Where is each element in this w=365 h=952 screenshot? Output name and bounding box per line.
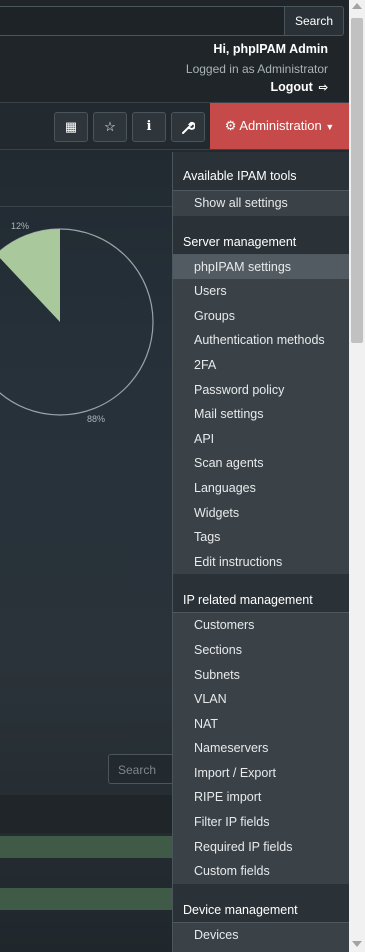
dashboard-button[interactable]: ▦: [54, 112, 88, 142]
logout-link[interactable]: Logout ⇨: [270, 80, 328, 94]
pie-label-88: 88%: [87, 414, 106, 424]
administration-menu-button[interactable]: ⚙ Administration ▼: [210, 103, 349, 149]
logout-icon: ⇨: [318, 82, 328, 94]
dropdown-spacer: [173, 215, 350, 226]
logout-label: Logout: [270, 80, 313, 94]
dropdown-header-ip-related-management: IP related management: [173, 584, 350, 613]
menu-item-authentication-methods[interactable]: Authentication methods: [173, 328, 350, 353]
pie-chart-group: [0, 228, 154, 416]
global-search-input[interactable]: [0, 6, 285, 36]
dropdown-spacer: [173, 883, 350, 894]
search-button[interactable]: Search: [284, 6, 344, 36]
administration-label: Administration: [239, 118, 322, 133]
menu-item-ripe-import[interactable]: RIPE import: [173, 785, 350, 810]
menu-item-api[interactable]: API: [173, 427, 350, 452]
menu-item-phpipam-settings[interactable]: phpIPAM settings: [173, 254, 350, 280]
menu-item-groups[interactable]: Groups: [173, 304, 350, 329]
menu-item-custom-fields[interactable]: Custom fields: [173, 859, 350, 884]
menu-item-mail-settings[interactable]: Mail settings: [173, 402, 350, 427]
gear-icon: ⚙: [224, 118, 237, 133]
administration-dropdown: Available IPAM tools Show all settings Ser…: [172, 152, 350, 952]
pie-chart: [0, 228, 154, 416]
scrollbar-thumb[interactable]: [351, 18, 363, 343]
pie-label-12: 12%: [11, 221, 30, 231]
menu-item-users[interactable]: Users: [173, 279, 350, 304]
menu-item-2fa[interactable]: 2FA: [173, 353, 350, 378]
menu-item-password-policy[interactable]: Password policy: [173, 378, 350, 403]
scroll-down-arrow-icon[interactable]: [352, 941, 362, 947]
menu-bar: ▦ ☆ i ⚙ Administration ▼: [0, 102, 349, 150]
tools-button[interactable]: [171, 112, 205, 142]
info-icon: i: [146, 119, 152, 134]
widget-divider: [0, 206, 172, 207]
menu-item-tags[interactable]: Tags: [173, 525, 350, 550]
table-search-input[interactable]: Search: [108, 754, 172, 784]
wrench-icon: [181, 119, 196, 134]
star-icon: ☆: [104, 119, 116, 134]
table-header: [0, 795, 172, 833]
table-row[interactable]: [0, 836, 172, 858]
top-header: Search Hi, phpIPAM Admin Logged in as Ad…: [0, 0, 349, 102]
dropdown-header-available-ipam-tools: Available IPAM tools: [173, 152, 350, 190]
dropdown-header-device-management: Device management: [173, 893, 350, 922]
vertical-scrollbar[interactable]: [349, 0, 365, 952]
menu-item-devices[interactable]: Devices: [173, 923, 350, 948]
menu-item-scan-agents[interactable]: Scan agents: [173, 451, 350, 476]
menu-item-widgets[interactable]: Widgets: [173, 501, 350, 526]
menu-item-import-export[interactable]: Import / Export: [173, 761, 350, 786]
logged-in-as-text: Logged in as Administrator: [185, 62, 328, 76]
menu-item-required-ip-fields[interactable]: Required IP fields: [173, 835, 350, 860]
favourites-button[interactable]: ☆: [93, 112, 127, 142]
table-row[interactable]: [0, 888, 172, 910]
menu-item-nat[interactable]: NAT: [173, 712, 350, 737]
info-button[interactable]: i: [132, 112, 166, 142]
pie-slice-12: [0, 229, 60, 322]
menu-item-show-all-settings[interactable]: Show all settings: [173, 191, 350, 216]
menu-item-customers[interactable]: Customers: [173, 613, 350, 638]
menu-item-nameservers[interactable]: Nameservers: [173, 736, 350, 761]
menu-item-edit-instructions[interactable]: Edit instructions: [173, 550, 350, 575]
dropdown-header-server-management: Server management: [173, 225, 350, 254]
caret-down-icon: ▼: [325, 122, 335, 132]
menu-item-subnets[interactable]: Subnets: [173, 663, 350, 688]
menu-item-sections[interactable]: Sections: [173, 638, 350, 663]
dashboard-grid-icon: ▦: [64, 119, 78, 134]
menu-item-languages[interactable]: Languages: [173, 476, 350, 501]
dropdown-spacer: [173, 574, 350, 585]
menu-item-vlan[interactable]: VLAN: [173, 687, 350, 712]
menu-item-filter-ip-fields[interactable]: Filter IP fields: [173, 810, 350, 835]
scroll-up-arrow-icon[interactable]: [352, 3, 362, 9]
greeting-text: Hi, phpIPAM Admin: [213, 42, 328, 56]
